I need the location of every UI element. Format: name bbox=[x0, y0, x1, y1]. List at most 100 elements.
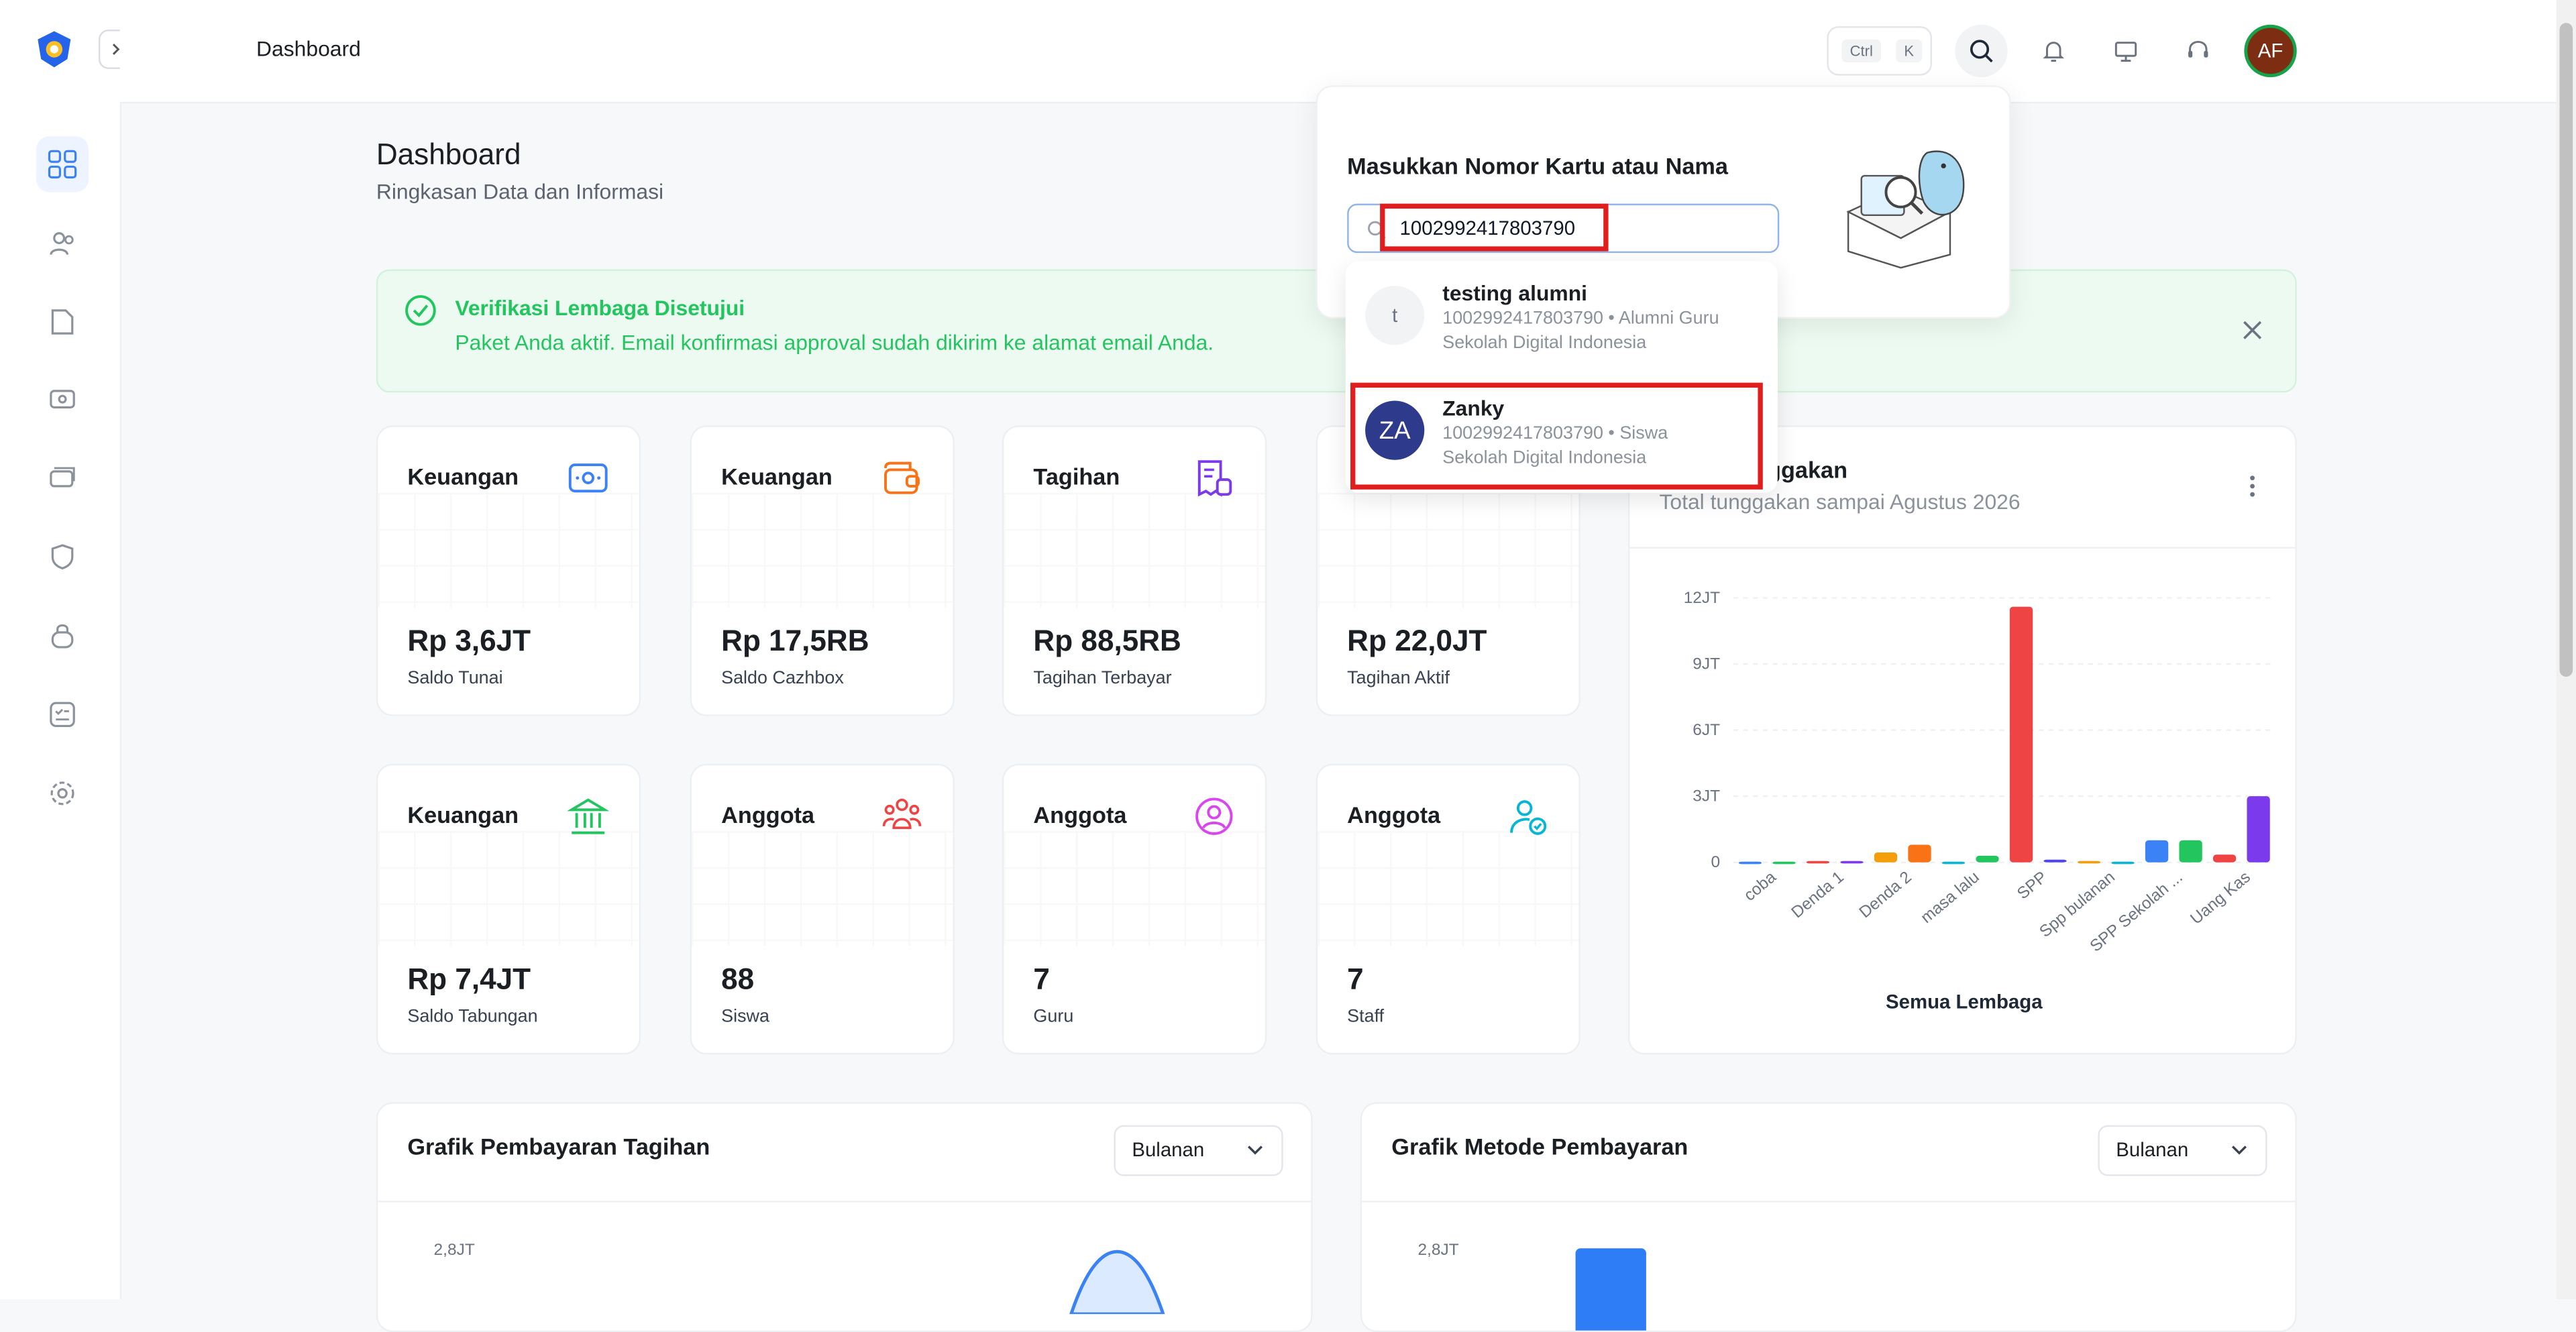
chart-bar bbox=[1806, 861, 1830, 864]
chevron-down-icon bbox=[2231, 1146, 2247, 1155]
nav-members[interactable] bbox=[36, 215, 89, 271]
chart-footer: Semua Lembaga bbox=[1885, 990, 2043, 1014]
scrollbar-thumb[interactable] bbox=[2559, 23, 2573, 677]
monitor-icon bbox=[2114, 42, 2137, 62]
card-label: Tagihan Aktif bbox=[1347, 668, 1450, 689]
card-saldo-tunai[interactable]: Keuangan Rp 3,6JT Saldo Tunai bbox=[376, 425, 641, 716]
page-title: Dashboard bbox=[376, 137, 521, 171]
headset-icon bbox=[2188, 40, 2208, 58]
result-detail: 1002992417803790 • Alumni Guru bbox=[1442, 309, 1719, 329]
nav-settings[interactable] bbox=[36, 765, 89, 821]
card-title: Anggota bbox=[1347, 801, 1441, 828]
select-value: Bulanan bbox=[1132, 1138, 1205, 1162]
result-name: testing alumni bbox=[1442, 280, 1588, 306]
chevron-down-icon bbox=[1248, 1146, 1263, 1155]
highlight-query-box bbox=[1380, 203, 1609, 252]
y-tick: 2,8JT bbox=[1417, 1241, 1459, 1260]
x-tick-label: Uang Kas bbox=[2187, 868, 2254, 928]
card-title: Keuangan bbox=[407, 463, 519, 490]
card-value: 7 bbox=[1033, 962, 1050, 996]
gear-icon bbox=[50, 781, 74, 806]
card-label: Saldo Tunai bbox=[407, 668, 503, 689]
card-value: Rp 7,4JT bbox=[407, 962, 531, 996]
period-select[interactable]: Bulanan bbox=[2098, 1125, 2267, 1176]
card-title: Keuangan bbox=[407, 801, 519, 828]
nav-tasks[interactable] bbox=[36, 687, 89, 742]
y-tick: 2,8JT bbox=[433, 1241, 475, 1260]
metode-bar bbox=[1575, 1248, 1646, 1331]
chart-bar bbox=[1976, 855, 1999, 863]
chart-bar bbox=[1772, 861, 1796, 865]
card-guru[interactable]: Anggota 7 Guru bbox=[1002, 763, 1267, 1055]
wallet-icon bbox=[884, 461, 920, 494]
card-saldo-tabungan[interactable]: Keuangan Rp 7,4JT Saldo Tabungan bbox=[376, 763, 641, 1055]
card-title: Tagihan bbox=[1033, 463, 1120, 490]
card-label: Saldo Tabungan bbox=[407, 1007, 538, 1027]
card-value: Rp 3,6JT bbox=[407, 624, 531, 657]
bank-icon bbox=[567, 798, 610, 834]
nav-savings[interactable] bbox=[36, 608, 89, 663]
alert-title: Verifikasi Lembaga Disetujui bbox=[455, 295, 745, 321]
y-tick-label: 9JT bbox=[1693, 655, 1720, 673]
card-saldo-cazhbox[interactable]: Keuangan Rp 17,5RB Saldo Cazhbox bbox=[690, 425, 955, 716]
check-circle-icon bbox=[405, 295, 436, 326]
logo[interactable] bbox=[34, 30, 74, 69]
nav-files[interactable] bbox=[36, 294, 89, 349]
chart-bar bbox=[1941, 861, 1966, 865]
chart-bar bbox=[1840, 861, 1864, 864]
checklist-icon bbox=[50, 702, 75, 728]
users-icon bbox=[882, 798, 922, 830]
close-icon[interactable] bbox=[2241, 319, 2263, 341]
card-siswa[interactable]: Anggota 88 Siswa bbox=[690, 763, 955, 1055]
user-circle-icon bbox=[1195, 797, 1233, 835]
grafik-metode-panel: Grafik Metode Pembayaran Bulanan 2,8JT bbox=[1360, 1102, 2297, 1332]
grafik-tagihan-panel: Grafik Pembayaran Tagihan Bulanan 2,8JT bbox=[376, 1102, 1313, 1332]
cash-icon bbox=[50, 390, 75, 408]
card-staff[interactable]: Anggota 7 Staff bbox=[1316, 763, 1580, 1055]
more-vertical-icon[interactable] bbox=[2241, 473, 2263, 499]
support-button[interactable] bbox=[2172, 25, 2224, 77]
chart-bar bbox=[1874, 852, 1898, 863]
k-key: K bbox=[1896, 39, 1923, 63]
y-tick-label: 6JT bbox=[1693, 721, 1720, 739]
tunggakan-bar-chart: 0 3JT 6JT 9JT 12JT coba Denda 1 Denda 2 masa lal… bbox=[1684, 589, 2275, 956]
chart-bar bbox=[1738, 861, 1762, 865]
user-avatar[interactable]: AF bbox=[2244, 24, 2297, 78]
select-value: Bulanan bbox=[2116, 1138, 2189, 1162]
nav-finance[interactable] bbox=[36, 371, 89, 427]
line-area-peak bbox=[1069, 1250, 1165, 1315]
search-illustration bbox=[1846, 150, 1965, 269]
highlight-result-box bbox=[1350, 382, 1763, 490]
panel-title: Grafik Metode Pembayaran bbox=[1391, 1133, 1688, 1160]
search-button[interactable] bbox=[1955, 24, 2008, 78]
search-shortcut-button[interactable]: Ctrl K bbox=[1827, 26, 1933, 76]
panel-title: Grafik Pembayaran Tagihan bbox=[407, 1133, 710, 1160]
x-tick-label: SPP bbox=[2014, 868, 2051, 903]
breadcrumb: Dashboard bbox=[256, 36, 361, 61]
card-label: Siswa bbox=[721, 1007, 769, 1027]
ctrl-key: Ctrl bbox=[1841, 39, 1882, 63]
period-select[interactable]: Bulanan bbox=[1114, 1125, 1283, 1176]
x-tick-label: masa lalu bbox=[1917, 868, 1983, 927]
notification-button[interactable] bbox=[2027, 25, 2080, 77]
y-tick-label: 0 bbox=[1711, 853, 1720, 871]
grid-icon bbox=[48, 150, 77, 179]
shield-icon bbox=[51, 544, 74, 570]
search-icon bbox=[1970, 40, 1993, 63]
card-title: Keuangan bbox=[721, 463, 833, 490]
chart-bar bbox=[2212, 854, 2237, 863]
users-icon bbox=[50, 232, 74, 256]
nav-cards[interactable] bbox=[36, 450, 89, 506]
y-tick-label: 3JT bbox=[1693, 787, 1720, 805]
x-tick-label: Denda 1 bbox=[1788, 868, 1847, 922]
card-tagihan-terbayar[interactable]: Tagihan Rp 88,5RB Tagihan Terbayar bbox=[1002, 425, 1267, 716]
result-school: Sekolah Digital Indonesia bbox=[1442, 333, 1647, 353]
card-label: Guru bbox=[1033, 1007, 1074, 1027]
chart-bar bbox=[2247, 796, 2270, 863]
nav-security[interactable] bbox=[36, 529, 89, 585]
nav-dashboard[interactable] bbox=[36, 136, 89, 192]
cash-icon bbox=[568, 463, 608, 493]
search-result-item[interactable]: t testing alumni 1002992417803790 • Alum… bbox=[1346, 261, 1778, 376]
x-tick-label: coba bbox=[1741, 868, 1780, 905]
display-button[interactable] bbox=[2100, 25, 2152, 77]
